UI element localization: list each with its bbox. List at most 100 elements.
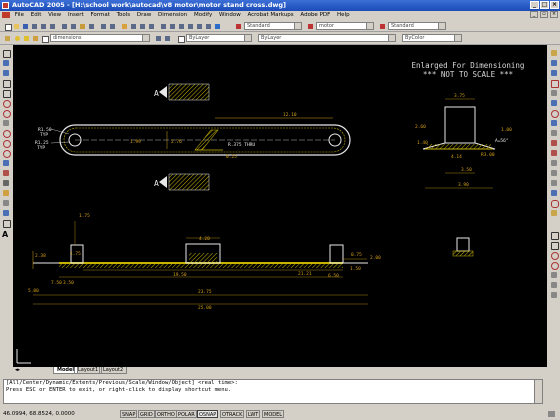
- open-icon[interactable]: [12, 22, 20, 30]
- break-icon[interactable]: [550, 169, 558, 177]
- menu-tools[interactable]: Tools: [117, 12, 131, 18]
- menu-modify[interactable]: Modify: [194, 12, 212, 18]
- minimize-button[interactable]: _: [530, 1, 539, 9]
- maximize-button[interactable]: □: [540, 1, 549, 9]
- zoom-previous-icon[interactable]: [147, 22, 155, 30]
- make-block-icon[interactable]: [2, 169, 10, 177]
- angular-dimension-icon[interactable]: [550, 271, 558, 279]
- ellipse-icon[interactable]: [2, 139, 11, 148]
- dim-style-select[interactable]: motor: [316, 22, 374, 30]
- erase-icon[interactable]: [550, 49, 558, 57]
- copy-object-icon[interactable]: [550, 59, 558, 67]
- pan-icon[interactable]: [120, 22, 128, 30]
- menu-view[interactable]: View: [48, 12, 61, 18]
- menu-help[interactable]: Help: [337, 12, 350, 18]
- grid-toggle[interactable]: GRID: [138, 410, 155, 418]
- fillet-icon[interactable]: [550, 199, 559, 208]
- menu-window[interactable]: Window: [219, 12, 241, 18]
- stretch-icon[interactable]: [550, 129, 558, 137]
- layer-on-icon[interactable]: [13, 34, 21, 42]
- region-icon[interactable]: [2, 209, 10, 217]
- linear-dimension-icon[interactable]: [550, 231, 559, 240]
- array-icon[interactable]: [550, 89, 558, 97]
- copy-icon[interactable]: [69, 22, 77, 30]
- baseline-dimension-icon[interactable]: [550, 291, 558, 299]
- offset-icon[interactable]: [550, 79, 559, 88]
- linetype-select[interactable]: ByLayer: [258, 34, 396, 42]
- redo-icon[interactable]: [108, 22, 116, 30]
- chamfer-icon[interactable]: [550, 189, 558, 197]
- diameter-dimension-icon[interactable]: [550, 261, 559, 270]
- document-icon[interactable]: [2, 11, 10, 18]
- osnap-toggle[interactable]: OSNAP: [197, 410, 219, 418]
- doc-minimize-button[interactable]: _: [530, 11, 538, 18]
- menu-insert[interactable]: Insert: [68, 12, 84, 18]
- markup-icon[interactable]: [195, 22, 203, 30]
- table-style-select[interactable]: Standard: [388, 22, 446, 30]
- rotate-icon[interactable]: [550, 109, 559, 118]
- layer-manager-icon[interactable]: [3, 34, 11, 42]
- sheet-set-icon[interactable]: [186, 22, 194, 30]
- close-button[interactable]: ×: [550, 1, 559, 9]
- mirror-icon[interactable]: [550, 69, 558, 77]
- menu-edit[interactable]: Edit: [31, 12, 42, 18]
- tab-layout1[interactable]: Layout1: [74, 367, 103, 374]
- paste-icon[interactable]: [78, 22, 86, 30]
- scale-icon[interactable]: [550, 119, 558, 127]
- doc-close-button[interactable]: ×: [550, 11, 558, 18]
- construction-line-icon[interactable]: [2, 59, 10, 67]
- layer-previous-icon[interactable]: [163, 34, 171, 42]
- move-icon[interactable]: [550, 99, 558, 107]
- layer-lock-icon[interactable]: [31, 34, 39, 42]
- match-properties-icon[interactable]: [87, 22, 95, 30]
- save-icon[interactable]: [21, 22, 29, 30]
- layer-freeze-icon[interactable]: [22, 34, 30, 42]
- coordinate-readout[interactable]: 46.0994, 68.8524, 0.0000: [3, 408, 75, 420]
- polyline-icon[interactable]: [2, 69, 10, 77]
- line-icon[interactable]: [2, 49, 11, 58]
- design-center-icon[interactable]: [168, 22, 176, 30]
- zoom-realtime-icon[interactable]: [129, 22, 137, 30]
- table-icon[interactable]: [2, 219, 11, 228]
- snap-toggle[interactable]: SNAP: [120, 410, 138, 418]
- tab-scroll-arrows[interactable]: ◂▸: [15, 367, 20, 374]
- help-icon[interactable]: [213, 22, 221, 30]
- hatch-icon[interactable]: [2, 189, 10, 197]
- zoom-window-icon[interactable]: [138, 22, 146, 30]
- quickcalc-icon[interactable]: [204, 22, 212, 30]
- tab-layout2[interactable]: Layout2: [99, 367, 128, 374]
- otrack-toggle[interactable]: OTRACK: [220, 410, 245, 418]
- layer-color-icon[interactable]: [40, 34, 49, 43]
- quick-dimension-icon[interactable]: [550, 281, 558, 289]
- lineweight-select[interactable]: ByColor: [402, 34, 462, 42]
- point-icon[interactable]: [2, 179, 10, 187]
- aligned-dimension-icon[interactable]: [550, 241, 559, 250]
- join-icon[interactable]: [550, 179, 558, 187]
- model-toggle[interactable]: MODEL: [262, 410, 285, 418]
- break-at-point-icon[interactable]: [550, 159, 558, 167]
- command-scrollbar[interactable]: [534, 380, 542, 403]
- undo-icon[interactable]: [99, 22, 107, 30]
- radius-dimension-icon[interactable]: [550, 251, 559, 260]
- tool-palettes-icon[interactable]: [177, 22, 185, 30]
- gradient-icon[interactable]: [2, 199, 10, 207]
- print-icon[interactable]: [30, 22, 38, 30]
- menu-draw[interactable]: Draw: [137, 12, 151, 18]
- menu-dimension[interactable]: Dimension: [158, 12, 187, 18]
- spline-icon[interactable]: [2, 129, 11, 138]
- circle-icon[interactable]: [2, 109, 11, 118]
- make-current-layer-icon[interactable]: [154, 34, 162, 42]
- publish-icon[interactable]: [48, 22, 56, 30]
- cut-icon[interactable]: [60, 22, 68, 30]
- ortho-toggle[interactable]: ORTHO: [155, 410, 177, 418]
- extend-icon[interactable]: [550, 149, 558, 157]
- arc-icon[interactable]: [2, 99, 11, 108]
- color-select[interactable]: ByLayer: [186, 34, 252, 42]
- explode-icon[interactable]: [550, 209, 558, 217]
- text-style-select[interactable]: Standard: [244, 22, 302, 30]
- trim-icon[interactable]: [550, 139, 558, 147]
- polygon-icon[interactable]: [2, 79, 11, 88]
- multiline-text-icon[interactable]: A: [2, 231, 10, 239]
- polar-toggle[interactable]: POLAR: [176, 410, 197, 418]
- tray-settings-icon[interactable]: [548, 411, 555, 417]
